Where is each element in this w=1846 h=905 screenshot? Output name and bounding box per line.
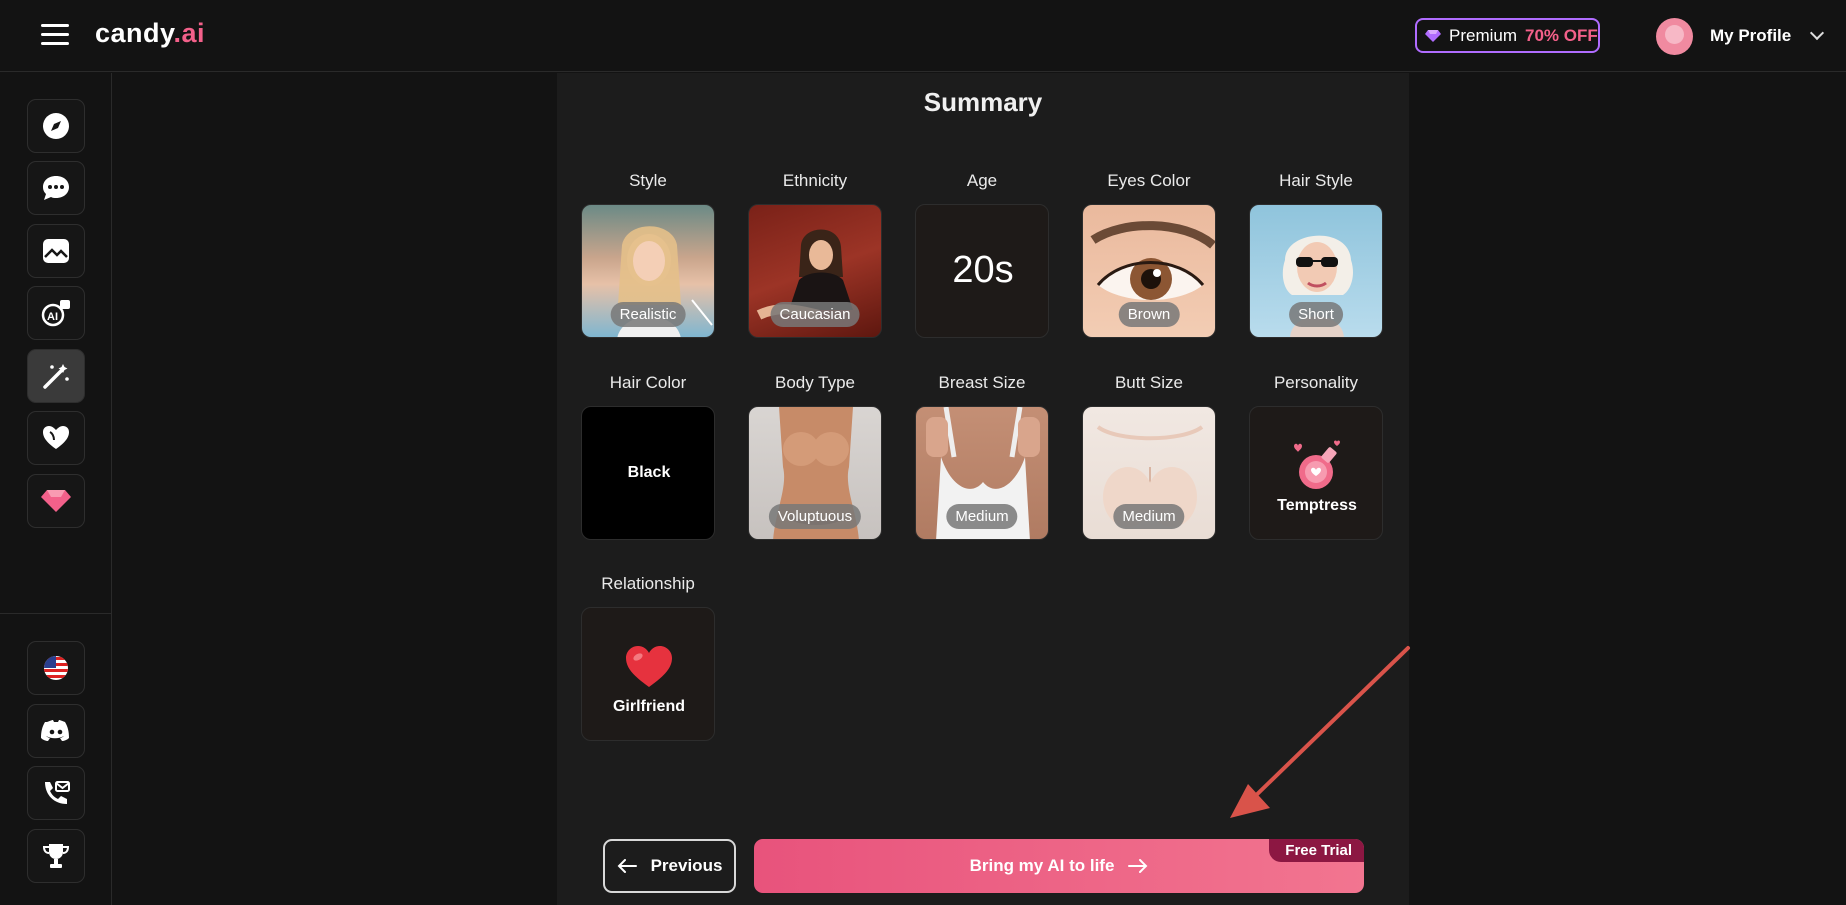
- svg-text:AI: AI: [47, 311, 58, 323]
- heart-icon: [43, 426, 69, 449]
- brand-logo[interactable]: candy.ai: [95, 18, 205, 49]
- summary-item-label: Personality: [1273, 373, 1359, 392]
- summary-item-value: Girlfriend: [612, 698, 685, 715]
- summary-item-label: Style: [629, 171, 667, 190]
- chevron-down-icon: [1810, 25, 1825, 41]
- menu-icon[interactable]: [41, 24, 69, 46]
- profile-label: My Profile: [1710, 26, 1792, 45]
- summary-item-label: Relationship: [601, 574, 695, 593]
- summary-item-value: Medium: [1113, 504, 1185, 529]
- summary-item-label: Hair Color: [609, 373, 687, 392]
- summary-item-body-type[interactable]: Body Type Voluptuous: [748, 373, 882, 540]
- sidebar-item-my-ai[interactable]: [27, 411, 85, 465]
- breast-size-image: Medium: [915, 406, 1049, 540]
- compass-icon: [43, 113, 69, 139]
- summary-item-value: Black: [627, 464, 671, 481]
- sidebar-item-discord[interactable]: [27, 704, 85, 758]
- summary-item-hair-color[interactable]: Hair Color Black: [581, 373, 715, 540]
- summary-item-label: Eyes Color: [1107, 171, 1191, 190]
- previous-button[interactable]: Previous: [603, 839, 736, 893]
- ethnicity-image: Caucasian: [748, 204, 882, 338]
- sidebar-item-contact[interactable]: [27, 766, 85, 820]
- heart-emoji-icon: [626, 646, 672, 687]
- gallery-icon: [43, 239, 69, 263]
- profile-menu[interactable]: My Profile: [1656, 17, 1825, 55]
- summary-item-label: Body Type: [774, 373, 856, 392]
- relationship-tile: Girlfriend: [581, 607, 715, 741]
- age-tile: 20s: [915, 204, 1049, 338]
- avatar: [1656, 17, 1693, 55]
- summary-item-hair-style[interactable]: Hair Style Short: [1249, 171, 1383, 338]
- sidebar-item-premium[interactable]: [27, 474, 85, 528]
- cta-label: Bring my AI to life: [969, 856, 1115, 875]
- chat-icon: [43, 176, 69, 200]
- summary-item-value: Caucasian: [770, 302, 860, 327]
- sidebar-divider: [0, 613, 112, 614]
- sidebar-item-chat[interactable]: [27, 161, 85, 215]
- discord-icon: [41, 720, 69, 741]
- contact-icon: [45, 781, 70, 804]
- summary-item-label: Age: [966, 171, 998, 190]
- sidebar-item-create[interactable]: [27, 349, 85, 403]
- free-trial-badge: Free Trial: [1269, 839, 1364, 862]
- premium-gem-icon: [41, 490, 71, 512]
- sidebar: AI: [0, 73, 112, 905]
- premium-button[interactable]: Premium 70% OFF: [1415, 18, 1600, 53]
- ai-generate-icon: AI: [41, 300, 70, 327]
- us-flag-icon: [44, 656, 68, 680]
- sidebar-item-leaderboard[interactable]: [27, 829, 85, 883]
- summary-item-relationship[interactable]: Relationship Girlfriend: [581, 574, 715, 741]
- summary-item-label: Hair Style: [1279, 171, 1353, 190]
- style-image: Realistic: [581, 204, 715, 338]
- love-potion-icon: [1294, 440, 1340, 489]
- summary-item-value: Realistic: [610, 302, 686, 327]
- summary-panel: Summary Style Realistic Ethnicity Caucas…: [557, 73, 1409, 905]
- previous-label: Previous: [650, 856, 723, 875]
- summary-item-label: Breast Size: [938, 373, 1026, 392]
- premium-label: Premium: [1449, 25, 1518, 45]
- sidebar-item-gallery[interactable]: [27, 224, 85, 278]
- summary-item-eyes-color[interactable]: Eyes Color Brown: [1082, 171, 1216, 338]
- magic-wand-icon: [43, 364, 69, 389]
- brand-suffix: .ai: [173, 18, 206, 48]
- summary-item-style[interactable]: Style Realistic: [581, 171, 715, 338]
- hair-style-image: Short: [1249, 204, 1383, 338]
- gem-icon: [1425, 29, 1441, 42]
- butt-size-image: Medium: [1082, 406, 1216, 540]
- personality-tile: Temptress: [1249, 406, 1383, 540]
- body-type-image: Voluptuous: [748, 406, 882, 540]
- brand-name: candy: [95, 18, 174, 48]
- sidebar-item-ai-generator[interactable]: AI: [27, 286, 85, 340]
- arrow-right-icon: [1128, 859, 1148, 873]
- summary-item-age[interactable]: Age 20s: [915, 171, 1049, 338]
- summary-item-ethnicity[interactable]: Ethnicity Caucasian: [748, 171, 882, 338]
- sidebar-item-explore[interactable]: [27, 99, 85, 153]
- summary-item-value: 20s: [952, 249, 1014, 291]
- summary-item-butt-size[interactable]: Butt Size Medium: [1082, 373, 1216, 540]
- sidebar-item-language[interactable]: [27, 641, 85, 695]
- eyes-image: Brown: [1082, 204, 1216, 338]
- summary-item-label: Butt Size: [1114, 373, 1184, 392]
- page-title: Summary: [923, 87, 1043, 117]
- summary-item-value: Voluptuous: [768, 504, 862, 529]
- trophy-icon: [42, 844, 70, 868]
- summary-item-value: Short: [1289, 302, 1343, 327]
- summary-item-label: Ethnicity: [782, 171, 848, 190]
- arrow-left-icon: [617, 859, 637, 873]
- top-bar: candy.ai Premium 70% OFF My Profile: [0, 0, 1846, 72]
- premium-discount: 70% OFF: [1525, 25, 1598, 45]
- bring-ai-to-life-button[interactable]: Bring my AI to life Free Trial: [754, 839, 1364, 893]
- summary-item-breast-size[interactable]: Breast Size Medium: [915, 373, 1049, 540]
- summary-item-value: Medium: [946, 504, 1018, 529]
- summary-item-personality[interactable]: Personality Temptress: [1249, 373, 1383, 540]
- summary-item-value: Brown: [1118, 302, 1180, 327]
- summary-item-value: Temptress: [1277, 497, 1357, 514]
- hair-color-tile: Black: [581, 406, 715, 540]
